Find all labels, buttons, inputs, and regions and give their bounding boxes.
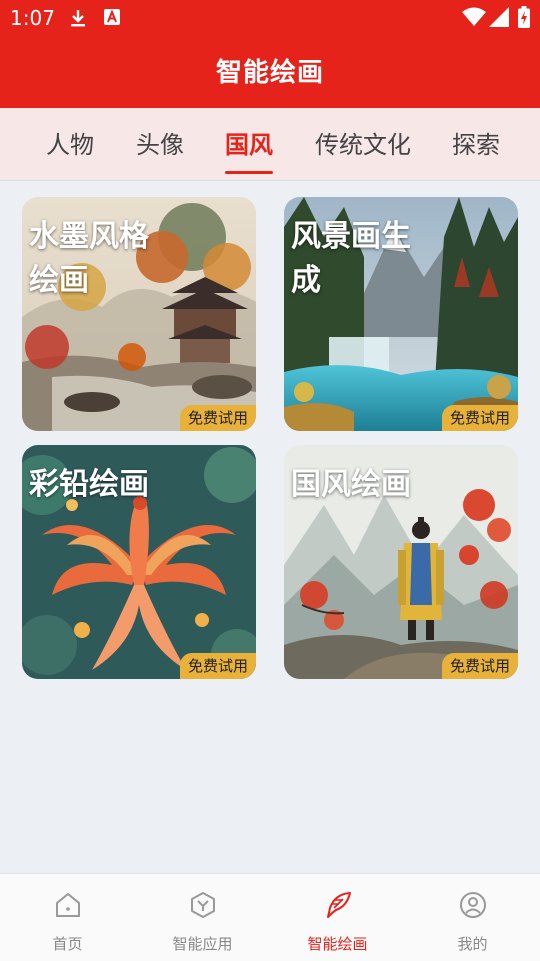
wifi-icon: [462, 7, 486, 26]
app-notification-icon: [104, 9, 120, 25]
card-title: 国风绘画: [291, 467, 411, 502]
download-icon: [71, 10, 85, 27]
battery-charging-icon: [518, 6, 530, 28]
status-time: 1:07: [10, 6, 55, 30]
card-colored-pencil-painting[interactable]: 彩铅绘画 免费试用: [22, 445, 256, 679]
app-bar: 智能绘画: [0, 36, 540, 108]
tab-people[interactable]: 人物: [30, 108, 110, 180]
card-title: 水墨风格绘画: [29, 219, 149, 298]
card-title: 彩铅绘画: [29, 467, 149, 502]
nav-label: 首页: [52, 935, 83, 953]
nav-smart-apps[interactable]: 智能应用: [135, 874, 270, 961]
nav-label: 智能绘画: [307, 935, 368, 953]
home-icon: [56, 893, 80, 917]
signal-icon: [489, 7, 509, 27]
nav-label: 我的: [457, 935, 488, 953]
tab-traditional-culture[interactable]: 传统文化: [303, 108, 423, 180]
free-trial-badge: 免费试用: [441, 653, 518, 679]
tab-avatar[interactable]: 头像: [120, 108, 200, 180]
nav-smart-painting[interactable]: 智能绘画: [270, 874, 405, 961]
tab-label: 国风: [225, 131, 273, 159]
tab-label: 头像: [136, 131, 184, 159]
active-tab-indicator: [225, 171, 273, 174]
page-title: 智能绘画: [215, 58, 324, 88]
hexagon-y-icon: [191, 892, 215, 918]
tab-explore[interactable]: 探索: [436, 108, 516, 180]
free-trial-badge: 免费试用: [179, 405, 256, 431]
card-ink-wash-painting[interactable]: 水墨风格绘画 免费试用: [22, 197, 256, 431]
free-trial-badge: 免费试用: [441, 405, 518, 431]
card-national-style-painting[interactable]: 国风绘画 免费试用: [284, 445, 518, 679]
card-landscape-painting[interactable]: 风景画生成 免费试用: [284, 197, 518, 431]
status-bar: 1:07: [0, 0, 540, 36]
user-circle-icon: [460, 892, 486, 918]
card-title: 风景画生成: [291, 219, 411, 298]
tab-label: 探索: [452, 131, 500, 159]
bottom-navigation: 首页 智能应用 智能绘画 我的: [0, 873, 540, 961]
nav-label: 智能应用: [172, 935, 233, 953]
tab-national-style[interactable]: 国风: [209, 108, 289, 180]
free-trial-badge: 免费试用: [179, 653, 256, 679]
tab-label: 人物: [46, 131, 94, 159]
category-tab-bar: 人物 头像 国风 传统文化 探索: [0, 108, 540, 181]
nav-mine[interactable]: 我的: [405, 874, 540, 961]
tab-label: 传统文化: [315, 131, 411, 159]
feather-pen-icon: [327, 892, 351, 918]
nav-home[interactable]: 首页: [0, 874, 135, 961]
